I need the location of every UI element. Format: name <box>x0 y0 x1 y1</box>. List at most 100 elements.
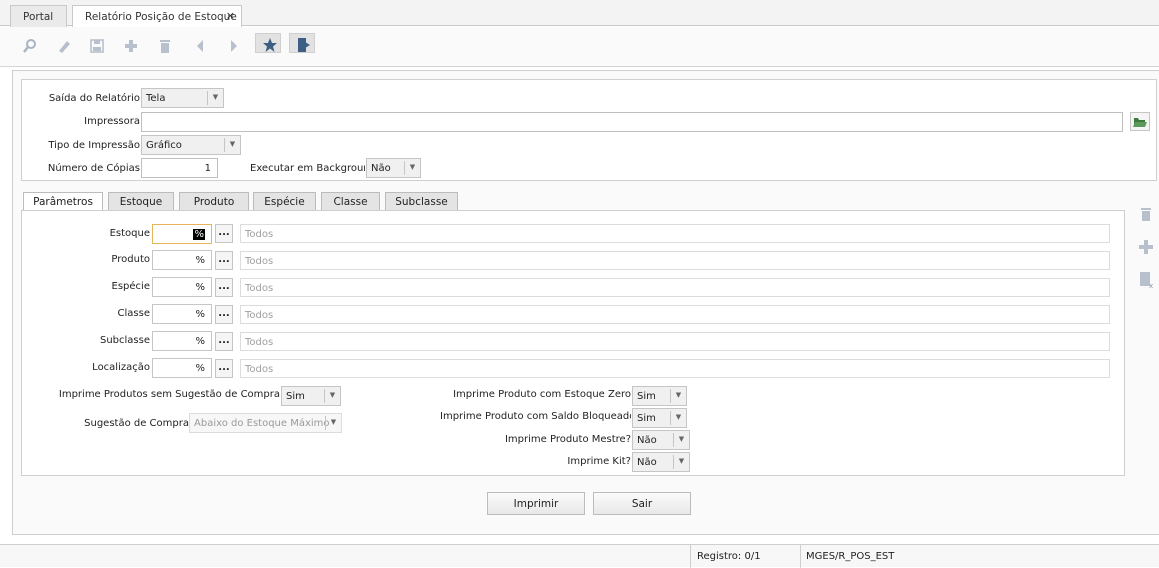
close-tab-icon[interactable]: × <box>226 9 235 22</box>
tipo-impressao-select[interactable]: Gráfico ▼ <box>141 135 241 155</box>
remove-row-button[interactable] <box>1137 205 1155 223</box>
tab-relatorio-posicao-estoque[interactable]: Relatório Posição de Estoque × <box>72 5 242 27</box>
background-label: Executar em Background <box>250 163 365 174</box>
tab-classe-label: Classe <box>333 196 368 208</box>
add-button[interactable] <box>118 33 144 59</box>
registro-status: Registro: 0/1 <box>697 551 761 562</box>
edit-icon <box>59 41 70 53</box>
search-icon <box>23 39 36 53</box>
impressora-label: Impressora <box>84 116 140 127</box>
imprime-kit-select[interactable]: Não ▼ <box>632 452 690 472</box>
produto-lookup-button[interactable]: ... <box>215 251 233 270</box>
chevron-down-icon: ▼ <box>670 389 686 403</box>
sugestao-compra-select[interactable]: Abaixo do Estoque Máximo ▼ <box>189 413 342 433</box>
chevron-down-icon: ▼ <box>325 416 341 430</box>
exit-button[interactable] <box>289 33 315 53</box>
search-button[interactable] <box>17 33 43 59</box>
previous-button[interactable] <box>187 33 213 59</box>
tab-subclasse-label: Subclasse <box>395 196 448 208</box>
tab-parametros[interactable]: Parâmetros <box>23 192 103 212</box>
tab-especie-label: Espécie <box>264 196 305 208</box>
subclasse-lookup-button[interactable]: ... <box>215 332 233 351</box>
especie-label: Espécie <box>111 281 150 292</box>
produto-mestre-value: Não <box>637 435 657 446</box>
sem-sugestao-compra-value: Sim <box>286 391 305 402</box>
delete-button[interactable] <box>152 33 178 59</box>
program-name-status: MGES/R_POS_EST <box>806 551 895 562</box>
tab-produto-label: Produto <box>193 196 235 208</box>
document-clear-icon: x <box>1140 272 1153 290</box>
tab-portal[interactable]: Portal <box>10 5 67 27</box>
especie-lookup-button[interactable]: ... <box>215 278 233 297</box>
tab-especie[interactable]: Espécie <box>253 192 316 211</box>
folder-open-icon <box>1133 117 1147 127</box>
especie-input[interactable]: % <box>152 277 212 297</box>
save-button[interactable] <box>84 33 110 59</box>
tab-estoque-label: Estoque <box>119 196 163 208</box>
produto-description: Todos <box>240 251 1110 270</box>
localizacao-lookup-button[interactable]: ... <box>215 359 233 378</box>
saida-relatorio-value: Tela <box>146 93 166 104</box>
delete-icon <box>1141 208 1151 221</box>
save-icon <box>90 39 104 53</box>
produto-input[interactable]: % <box>152 250 212 270</box>
subclasse-input[interactable]: % <box>152 331 212 351</box>
tipo-impressao-label: Tipo de Impressão <box>48 140 140 151</box>
imprime-kit-value: Não <box>637 457 657 468</box>
estoque-zero-select[interactable]: Sim ▼ <box>632 386 687 406</box>
classe-input[interactable]: % <box>152 304 212 324</box>
localizacao-input[interactable]: % <box>152 358 212 378</box>
tab-estoque[interactable]: Estoque <box>108 192 174 211</box>
status-divider <box>690 545 691 568</box>
tab-subclasse[interactable]: Subclasse <box>385 192 458 211</box>
localizacao-description: Todos <box>240 359 1110 378</box>
next-button[interactable] <box>221 33 247 59</box>
chevron-down-icon: ▼ <box>404 161 420 175</box>
add-icon <box>1139 240 1153 254</box>
localizacao-label: Localização <box>92 362 150 373</box>
produto-label: Produto <box>111 254 150 265</box>
tab-classe[interactable]: Classe <box>321 192 380 211</box>
sugestao-compra-label: Sugestão de Compra <box>84 418 189 429</box>
impressora-input[interactable] <box>141 112 1123 132</box>
produto-mestre-label: Imprime Produto Mestre? <box>504 434 631 445</box>
chevron-down-icon: ▼ <box>673 433 689 447</box>
add-row-button[interactable] <box>1137 238 1155 256</box>
saldo-bloqueado-value: Sim <box>637 413 656 424</box>
add-icon <box>125 40 137 52</box>
exit-icon <box>298 38 310 52</box>
estoque-lookup-button[interactable]: ... <box>215 224 233 243</box>
sem-sugestao-compra-select[interactable]: Sim ▼ <box>281 386 341 406</box>
tab-parametros-label: Parâmetros <box>33 196 93 208</box>
numero-copias-input[interactable]: 1 <box>141 158 218 178</box>
tab-produto[interactable]: Produto <box>179 192 249 211</box>
clear-document-button[interactable]: x <box>1137 271 1155 290</box>
status-bar: Registro: 0/1 MGES/R_POS_EST <box>0 544 1159 568</box>
toolbar <box>0 27 1159 67</box>
tab-relatorio-label: Relatório Posição de Estoque <box>85 11 237 23</box>
background-select[interactable]: Não ▼ <box>366 158 421 178</box>
estoque-zero-label: Imprime Produto com Estoque Zero <box>453 389 631 400</box>
imprimir-button[interactable]: Imprimir <box>487 492 585 515</box>
saida-relatorio-select[interactable]: Tela ▼ <box>141 88 224 108</box>
estoque-input[interactable]: % <box>152 224 212 244</box>
sair-button[interactable]: Sair <box>593 492 691 515</box>
produto-mestre-select[interactable]: Não ▼ <box>632 430 690 450</box>
saldo-bloqueado-select[interactable]: Sim ▼ <box>632 408 687 428</box>
window-tab-bar: Portal Relatório Posição de Estoque × <box>0 0 1159 27</box>
previous-icon <box>197 40 203 52</box>
imprime-kit-label: Imprime Kit? <box>567 456 631 467</box>
chevron-down-icon: ▼ <box>224 138 240 152</box>
favorite-button[interactable] <box>255 33 281 53</box>
chevron-down-icon: ▼ <box>324 389 340 403</box>
edit-button[interactable] <box>51 33 77 59</box>
saida-relatorio-label: Saída do Relatório <box>48 93 140 104</box>
estoque-zero-value: Sim <box>637 391 656 402</box>
chevron-down-icon: ▼ <box>670 411 686 425</box>
estoque-description: Todos <box>240 224 1110 243</box>
tipo-impressao-value: Gráfico <box>146 140 182 151</box>
subclasse-label: Subclasse <box>99 335 150 346</box>
browse-printer-button[interactable] <box>1130 112 1150 131</box>
classe-lookup-button[interactable]: ... <box>215 305 233 324</box>
sem-sugestao-compra-label: Imprime Produtos sem Sugestão de Compra <box>58 389 280 400</box>
